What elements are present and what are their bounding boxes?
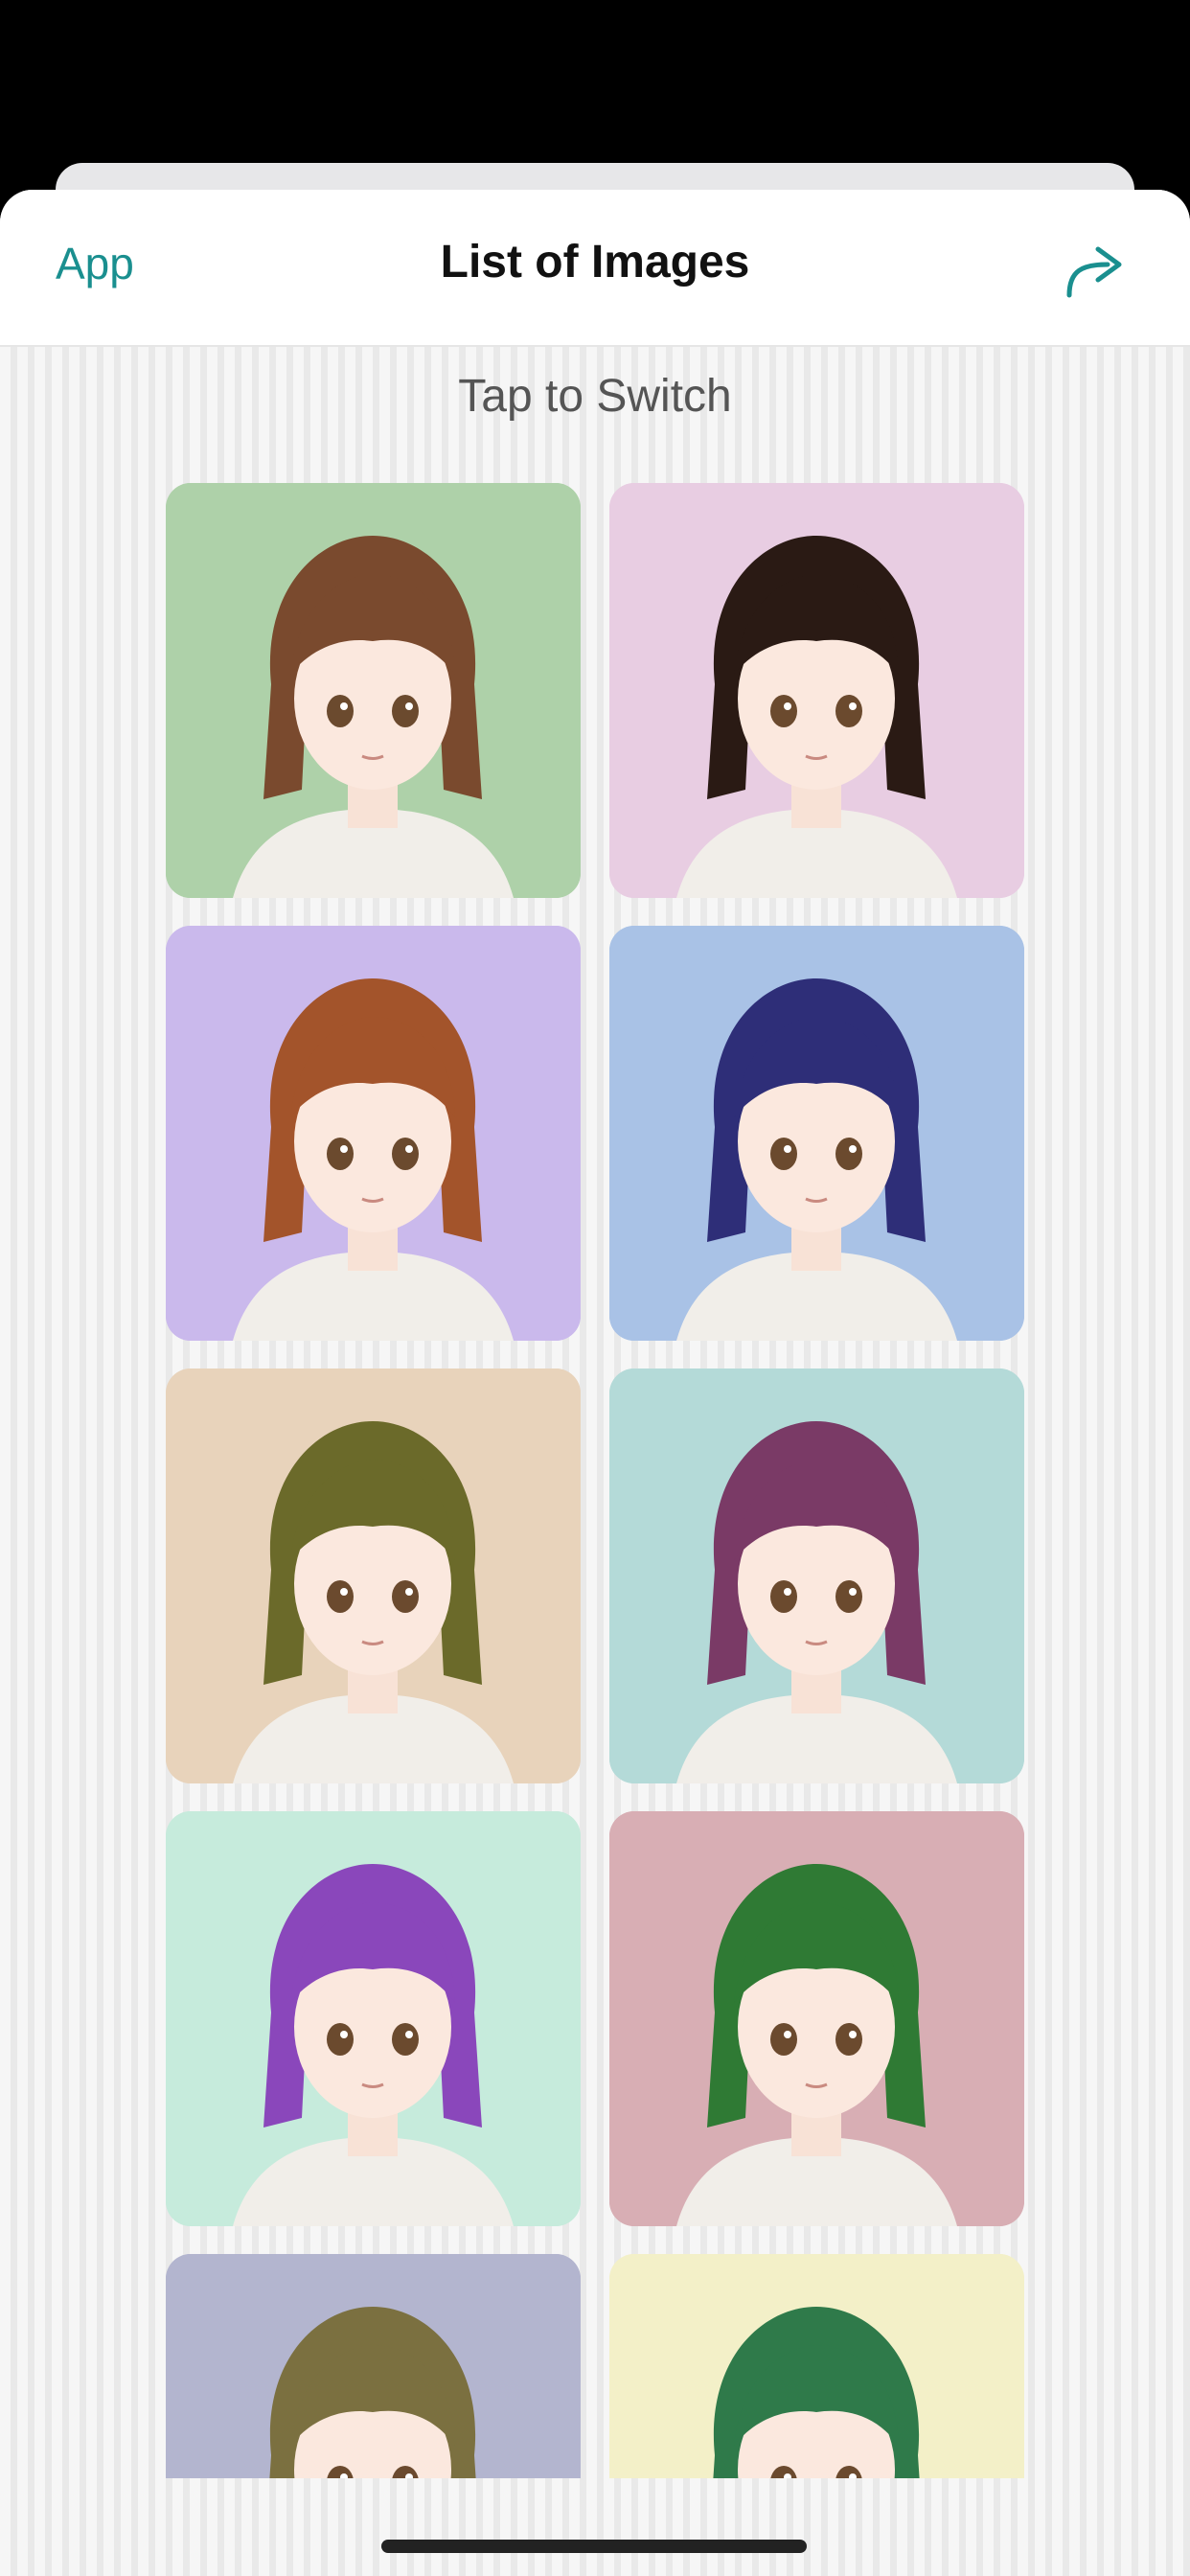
- character-portrait: [166, 1811, 581, 2226]
- character-image-tile[interactable]: [609, 483, 1024, 898]
- tap-to-switch-hint: Tap to Switch: [458, 371, 732, 422]
- share-forward-icon[interactable]: [1064, 242, 1127, 299]
- image-list-sheet: App List of Images Tap to Switch: [0, 190, 1190, 2576]
- character-portrait: [166, 2254, 581, 2478]
- navigation-bar: App List of Images: [0, 190, 1190, 347]
- character-portrait: [166, 1368, 581, 1783]
- character-image-tile[interactable]: [166, 926, 581, 1341]
- character-image-tile[interactable]: [166, 1811, 581, 2226]
- page-title: List of Images: [440, 237, 750, 288]
- character-portrait: [609, 483, 1024, 898]
- character-portrait: [609, 926, 1024, 1341]
- character-image-tile[interactable]: [166, 483, 581, 898]
- character-image-tile[interactable]: [609, 2254, 1024, 2478]
- character-portrait: [609, 2254, 1024, 2478]
- character-portrait: [166, 926, 581, 1341]
- home-indicator[interactable]: [381, 2540, 807, 2553]
- character-portrait: [609, 1368, 1024, 1783]
- character-image-tile[interactable]: [166, 1368, 581, 1783]
- image-grid: [166, 483, 1024, 2478]
- content-area: Tap to Switch: [0, 347, 1190, 2576]
- character-portrait: [166, 483, 581, 898]
- character-portrait: [609, 1811, 1024, 2226]
- character-image-tile[interactable]: [609, 926, 1024, 1341]
- character-image-tile[interactable]: [609, 1368, 1024, 1783]
- character-image-tile[interactable]: [609, 1811, 1024, 2226]
- character-image-tile[interactable]: [166, 2254, 581, 2478]
